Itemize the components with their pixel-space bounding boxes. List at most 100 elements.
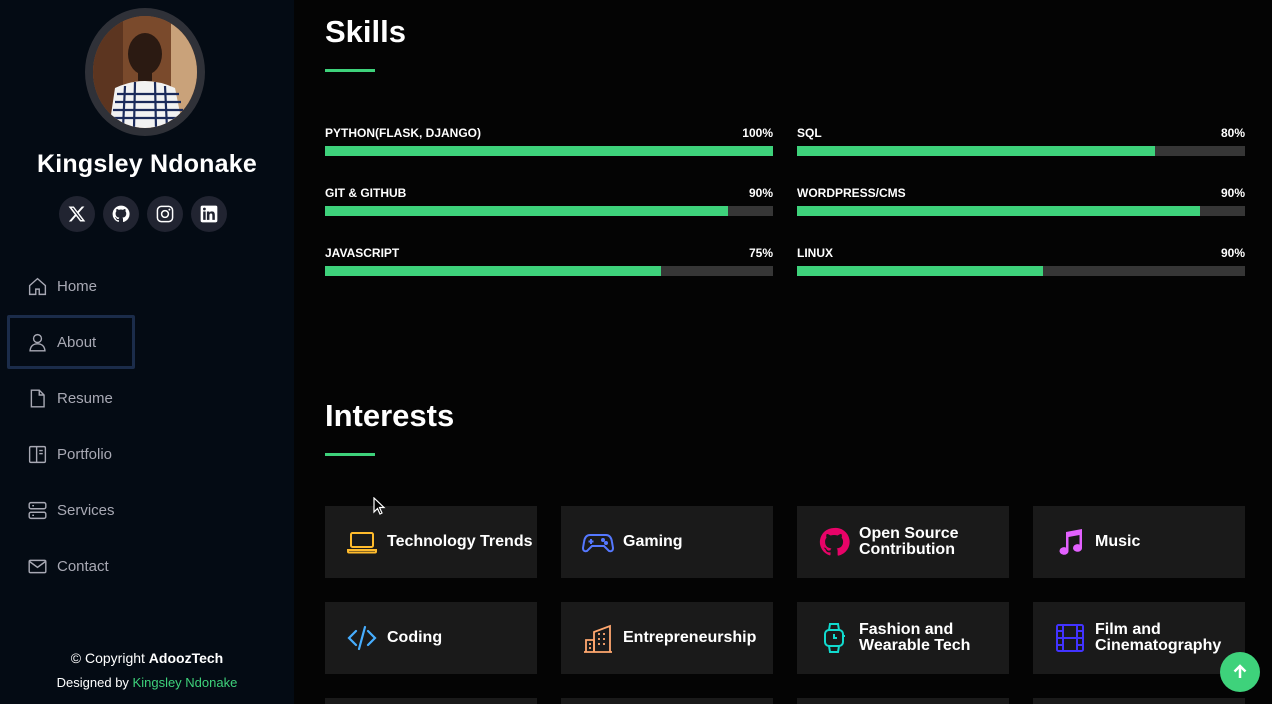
github-icon [112,205,130,223]
github-link[interactable] [103,196,139,232]
designer-link[interactable]: Kingsley Ndonake [133,675,238,690]
credits: Designed by Kingsley Ndonake [0,675,294,690]
interest-label: Entrepreneurship [623,629,757,646]
skills-title: Skills [325,14,406,49]
arrow-up-icon [1233,664,1247,678]
interests-title-underline [325,453,375,456]
nav-label: Home [57,277,98,295]
laptop-icon [345,525,379,559]
skill-progress-fill [325,146,773,156]
music-note-icon [1053,525,1087,559]
interest-card-partial[interactable] [561,698,773,704]
main-nav: Home About Resume Portfolio Services Con… [0,258,294,594]
film-icon [1053,621,1087,655]
skill-progress-bar [797,266,1245,276]
avatar [85,8,205,136]
nav-label: Services [57,501,115,519]
profile-name: Kingsley Ndonake [37,150,257,178]
interest-label: Technology Trends [387,533,533,550]
skill-percent: 90% [1220,186,1245,200]
skill-item: PYTHON(FLASK, DJANGO) 100% [325,120,773,156]
main-content: Skills PYTHON(FLASK, DJANGO) 100% SQL 80% … [294,0,1272,704]
interest-label: Gaming [623,533,683,550]
skill-name: LINUX [797,246,833,260]
skill-item: SQL 80% [797,120,1245,156]
code-slash-icon [345,621,379,655]
skill-percent: 90% [1220,246,1245,260]
x-twitter-icon [68,206,86,222]
interest-card-coding[interactable]: Coding [325,602,537,674]
skill-progress-bar [325,266,773,276]
skill-progress-bar [797,146,1245,156]
skill-item: WORDPRESS/CMS 90% [797,180,1245,216]
buildings-icon [581,621,615,655]
nav-label: Contact [57,557,109,575]
x-twitter-link[interactable] [59,196,95,232]
skill-progress-fill [797,146,1156,156]
skill-name: JAVASCRIPT [325,246,400,260]
linkedin-link[interactable] [191,196,227,232]
sidebar: Kingsley Ndonake Home About Resume Portf… [0,0,294,704]
interest-card-gaming[interactable]: Gaming [561,506,773,578]
nav-item-resume[interactable]: Resume [0,370,294,426]
copyright-brand: AdoozTech [148,650,224,666]
skill-name: WORDPRESS/CMS [797,186,906,200]
interest-label: Film and Cinematography [1095,621,1222,654]
file-icon [26,387,48,409]
interest-label: Fashion and Wearable Tech [859,621,971,654]
nav-item-home[interactable]: Home [0,258,294,314]
interest-label: Coding [387,629,443,646]
nav-label: Resume [57,389,113,407]
social-links [59,196,227,232]
credits-prefix: Designed by [56,675,133,690]
envelope-icon [26,555,48,577]
interest-card-technology-trends[interactable]: Technology Trends [325,506,537,578]
skills-title-underline [325,69,375,72]
book-icon [26,443,48,465]
nav-label: About [57,333,97,351]
server-icon [26,499,48,521]
skill-item: GIT & GITHUB 90% [325,180,773,216]
skill-item: JAVASCRIPT 75% [325,240,773,276]
interest-card-open-source[interactable]: Open Source Contribution [797,506,1009,578]
skill-progress-fill [325,266,661,276]
copyright: © Copyright AdoozTech [0,650,294,666]
interest-card-fashion[interactable]: Fashion and Wearable Tech [797,602,1009,674]
instagram-icon [156,205,174,223]
nav-item-about[interactable]: About [0,314,294,370]
skill-progress-bar [325,146,773,156]
interest-card-partial[interactable] [1033,698,1245,704]
interests-title: Interests [325,398,455,433]
interest-card-partial[interactable] [325,698,537,704]
instagram-link[interactable] [147,196,183,232]
github-icon [817,525,851,559]
interest-card-entrepreneurship[interactable]: Entrepreneurship [561,602,773,674]
nav-label: Portfolio [57,445,113,463]
interest-card-music[interactable]: Music [1033,506,1245,578]
skill-name: PYTHON(FLASK, DJANGO) [325,126,481,140]
skill-progress-fill [797,266,1044,276]
back-to-top-button[interactable] [1220,652,1260,692]
skill-name: GIT & GITHUB [325,186,407,200]
interest-card-film[interactable]: Film and Cinematography [1033,602,1245,674]
nav-item-contact[interactable]: Contact [0,538,294,594]
skill-percent: 100% [742,126,773,140]
skill-progress-bar [325,206,773,216]
skill-progress-fill [325,206,729,216]
skill-percent: 80% [1220,126,1245,140]
skill-progress-bar [797,206,1245,216]
copyright-prefix: © Copyright [70,650,149,666]
skill-progress-fill [797,206,1201,216]
interest-label: Open Source Contribution [859,525,959,558]
nav-item-portfolio[interactable]: Portfolio [0,426,294,482]
nav-item-services[interactable]: Services [0,482,294,538]
interest-card-partial[interactable] [797,698,1009,704]
skill-percent: 75% [748,246,773,260]
home-icon [26,275,48,297]
skill-name: SQL [797,126,822,140]
mouse-cursor-icon [373,497,386,515]
person-icon [26,331,48,353]
skill-percent: 90% [748,186,773,200]
linkedin-icon [200,205,218,223]
gamepad-icon [581,525,615,559]
